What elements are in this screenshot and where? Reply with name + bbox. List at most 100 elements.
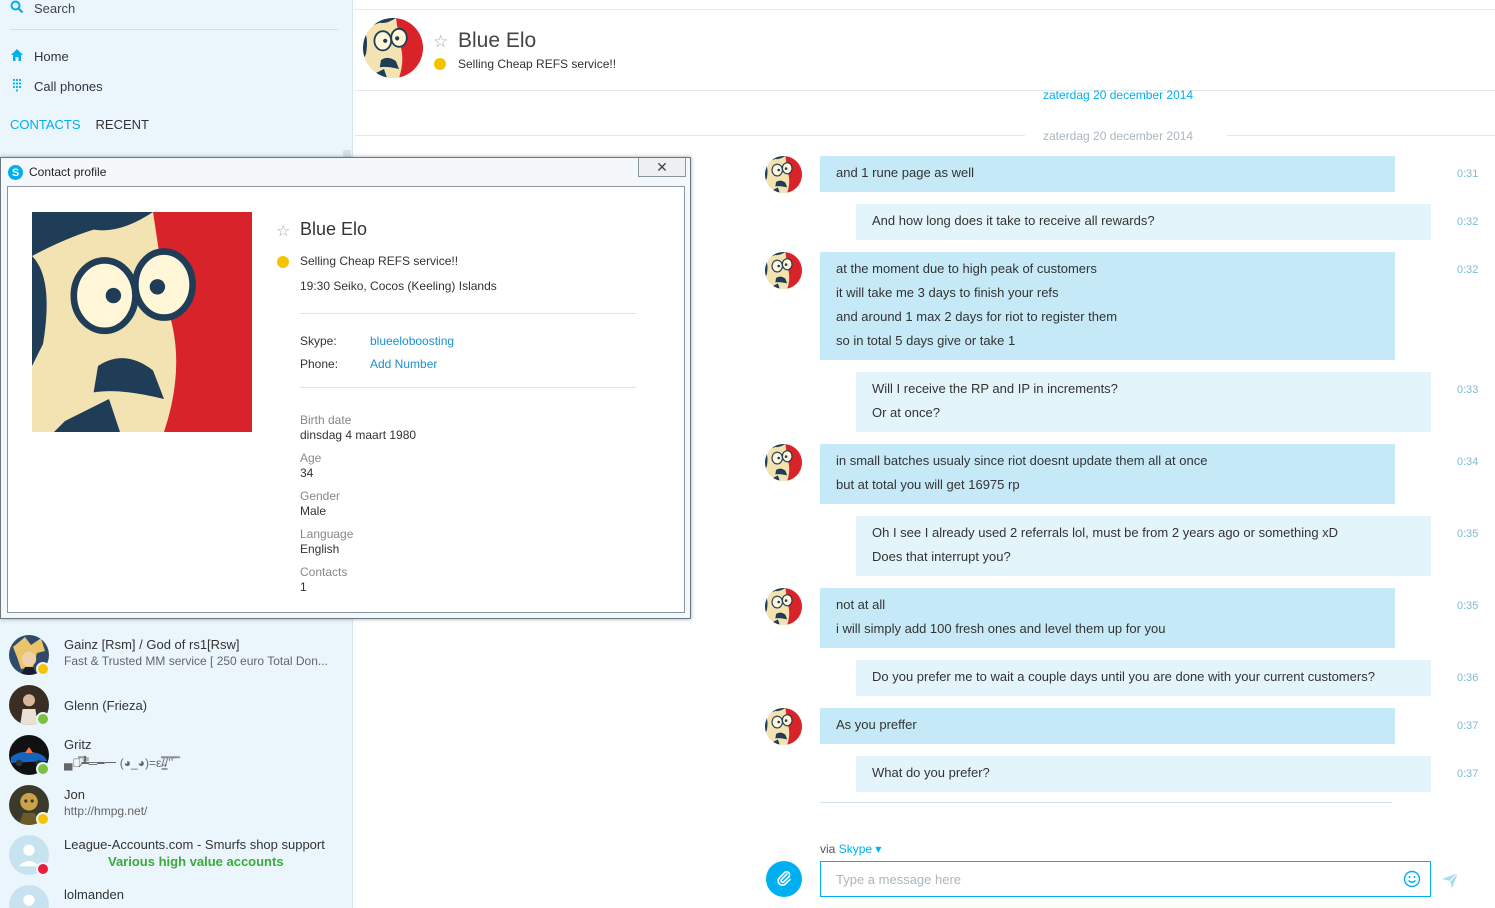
add-number-link[interactable]: Add Number — [370, 357, 437, 371]
favorite-star-icon[interactable]: ☆ — [433, 32, 448, 52]
message-text: in small batches usualy since riot doesn… — [836, 453, 1208, 468]
sidebar-tabs: CONTACTS RECENT — [10, 117, 164, 138]
message-text: at the moment due to high peak of custom… — [836, 261, 1097, 276]
message-text: Do you prefer me to wait a couple days u… — [872, 669, 1375, 684]
message-text: As you preffer — [836, 717, 917, 732]
contact-mood: Various high value accounts — [108, 854, 284, 869]
sender-avatar[interactable] — [765, 156, 802, 193]
message-timestamp: 0:37 — [1457, 720, 1479, 732]
message-bubble-incoming[interactable]: not at all i will simply add 100 fresh o… — [820, 588, 1395, 648]
message-text: Oh I see I already used 2 referrals lol,… — [872, 525, 1339, 540]
contact-mood: ▄︻̷̿┻̿═━一 (◕_◕)=ε/̵͇̿̿/’̿’̿ ̿ — [64, 756, 177, 770]
sender-avatar[interactable] — [765, 444, 802, 481]
chevron-down-icon[interactable]: ▾ — [875, 842, 881, 856]
contact-item-gainz[interactable]: Gainz [Rsm] / God of rs1[Rsw] Fast & Tru… — [0, 630, 353, 680]
nav-home[interactable]: Home — [10, 48, 69, 65]
message-text: not at all — [836, 597, 886, 612]
message-text: so in total 5 days give or take 1 — [836, 333, 1016, 348]
birth-date-label: Birth date — [300, 413, 352, 427]
message-input[interactable] — [821, 862, 1381, 896]
message-timestamp: 0:35 — [1457, 528, 1479, 540]
message-text: and 1 rune page as well — [836, 165, 975, 180]
contact-item-jon[interactable]: Jon http://hmpg.net/ — [0, 780, 353, 830]
message-timestamp: 0:32 — [1457, 264, 1479, 276]
message-timestamp: 0:32 — [1457, 216, 1479, 228]
message-text: i will simply add 100 fresh ones and lev… — [836, 621, 1166, 636]
emoticon-icon[interactable] — [1403, 870, 1421, 888]
nav-call-phones[interactable]: Call phones — [10, 78, 103, 95]
status-away-icon — [434, 58, 446, 70]
tab-contacts[interactable]: CONTACTS — [10, 117, 81, 138]
contact-profile-window: S Contact profile ✕ ☆ Blue Elo Selling C… — [0, 157, 691, 619]
status-online-icon — [36, 712, 50, 726]
contact-name: League-Accounts.com - Smurfs shop suppor… — [64, 837, 325, 852]
window-titlebar[interactable]: S Contact profile — [1, 158, 690, 186]
contact-mood: Fast & Trusted MM service [ 250 euro Tot… — [64, 654, 328, 668]
message-text: Will I receive the RP and IP in incremen… — [872, 381, 1118, 396]
message-text: but at total you will get 16975 rp — [836, 477, 1020, 492]
attach-button[interactable] — [766, 861, 802, 897]
message-text: And how long does it take to receive all… — [872, 213, 1155, 228]
contact-name: Jon — [64, 787, 85, 802]
message-timestamp: 0:31 — [1457, 168, 1479, 180]
message-bubble-incoming[interactable]: at the moment due to high peak of custom… — [820, 252, 1395, 360]
message-bubble-outgoing[interactable]: And how long does it take to receive all… — [856, 204, 1431, 240]
profile-divider — [300, 387, 636, 388]
message-bubble-incoming[interactable]: in small batches usualy since riot doesn… — [820, 444, 1395, 504]
via-service-selector[interactable]: via Skype ▾ — [820, 842, 881, 856]
contact-item-lolmanden[interactable]: lolmanden — [0, 880, 353, 908]
message-text: Or at once? — [872, 405, 940, 420]
contacts-count-value: 1 — [300, 580, 307, 594]
favorite-star-icon[interactable]: ☆ — [276, 221, 290, 241]
search-label: Search — [34, 1, 76, 16]
message-bubble-incoming[interactable]: As you preffer — [820, 708, 1395, 744]
search-box[interactable]: Search — [10, 0, 338, 30]
contact-item-league-accounts[interactable]: League-Accounts.com - Smurfs shop suppor… — [0, 830, 353, 880]
message-timestamp: 0:36 — [1457, 672, 1479, 684]
close-button[interactable]: ✕ — [638, 158, 686, 177]
chat-header: ☆ Blue Elo Selling Cheap REFS service!! — [354, 9, 1495, 91]
message-bubble-outgoing[interactable]: Oh I see I already used 2 referrals lol,… — [856, 516, 1431, 576]
skype-name-link[interactable]: blueeloboosting — [370, 334, 454, 348]
send-icon[interactable] — [1440, 870, 1460, 890]
profile-content: ☆ Blue Elo Selling Cheap REFS service!! … — [7, 186, 685, 613]
status-away-icon — [36, 662, 50, 676]
message-bubble-outgoing[interactable]: Do you prefer me to wait a couple days u… — [856, 660, 1431, 696]
gender-label: Gender — [300, 489, 341, 503]
sender-avatar[interactable] — [765, 588, 802, 625]
header-contact-mood: Selling Cheap REFS service!! — [458, 57, 617, 71]
skype-label: Skype: — [300, 334, 337, 348]
message-text: and around 1 max 2 days for riot to regi… — [836, 309, 1118, 324]
tab-recent[interactable]: RECENT — [96, 117, 149, 138]
gender-value: Male — [300, 504, 327, 518]
message-timestamp: 0:33 — [1457, 384, 1479, 396]
contact-item-gritz[interactable]: Gritz ▄︻̷̿┻̿═━一 (◕_◕)=ε/̵͇̿̿/’̿’̿ ̿ — [0, 730, 353, 780]
status-away-icon — [36, 812, 50, 826]
header-avatar[interactable] — [363, 18, 423, 78]
close-icon: ✕ — [656, 158, 668, 175]
via-service-link[interactable]: Skype — [839, 842, 872, 856]
nav-call-phones-label: Call phones — [34, 79, 103, 94]
date-separator: zaterdag 20 december 2014 — [1043, 129, 1194, 143]
profile-name: Blue Elo — [300, 219, 368, 239]
language-label: Language — [300, 527, 354, 541]
message-bubble-incoming[interactable]: and 1 rune page as well — [820, 156, 1395, 192]
sender-avatar[interactable] — [765, 708, 802, 745]
contact-name: Gainz [Rsm] / God of rs1[Rsw] — [64, 637, 240, 652]
age-value: 34 — [300, 466, 314, 480]
status-away-icon — [277, 256, 289, 268]
via-prefix: via — [820, 842, 836, 856]
header-contact-name[interactable]: Blue Elo — [458, 29, 536, 53]
profile-divider — [300, 313, 636, 314]
language-value: English — [300, 542, 340, 556]
contacts-count-label: Contacts — [300, 565, 348, 579]
phone-label: Phone: — [300, 357, 339, 371]
sender-avatar[interactable] — [765, 252, 802, 289]
message-bubble-outgoing[interactable]: What do you prefer? — [856, 756, 1431, 792]
profile-mood: Selling Cheap REFS service!! — [300, 254, 459, 268]
contact-item-glenn[interactable]: Glenn (Frieza) — [0, 680, 353, 730]
message-bubble-outgoing[interactable]: Will I receive the RP and IP in incremen… — [856, 372, 1431, 432]
message-composer — [820, 861, 1431, 897]
contact-mood: http://hmpg.net/ — [64, 804, 148, 818]
status-online-icon — [36, 762, 50, 776]
